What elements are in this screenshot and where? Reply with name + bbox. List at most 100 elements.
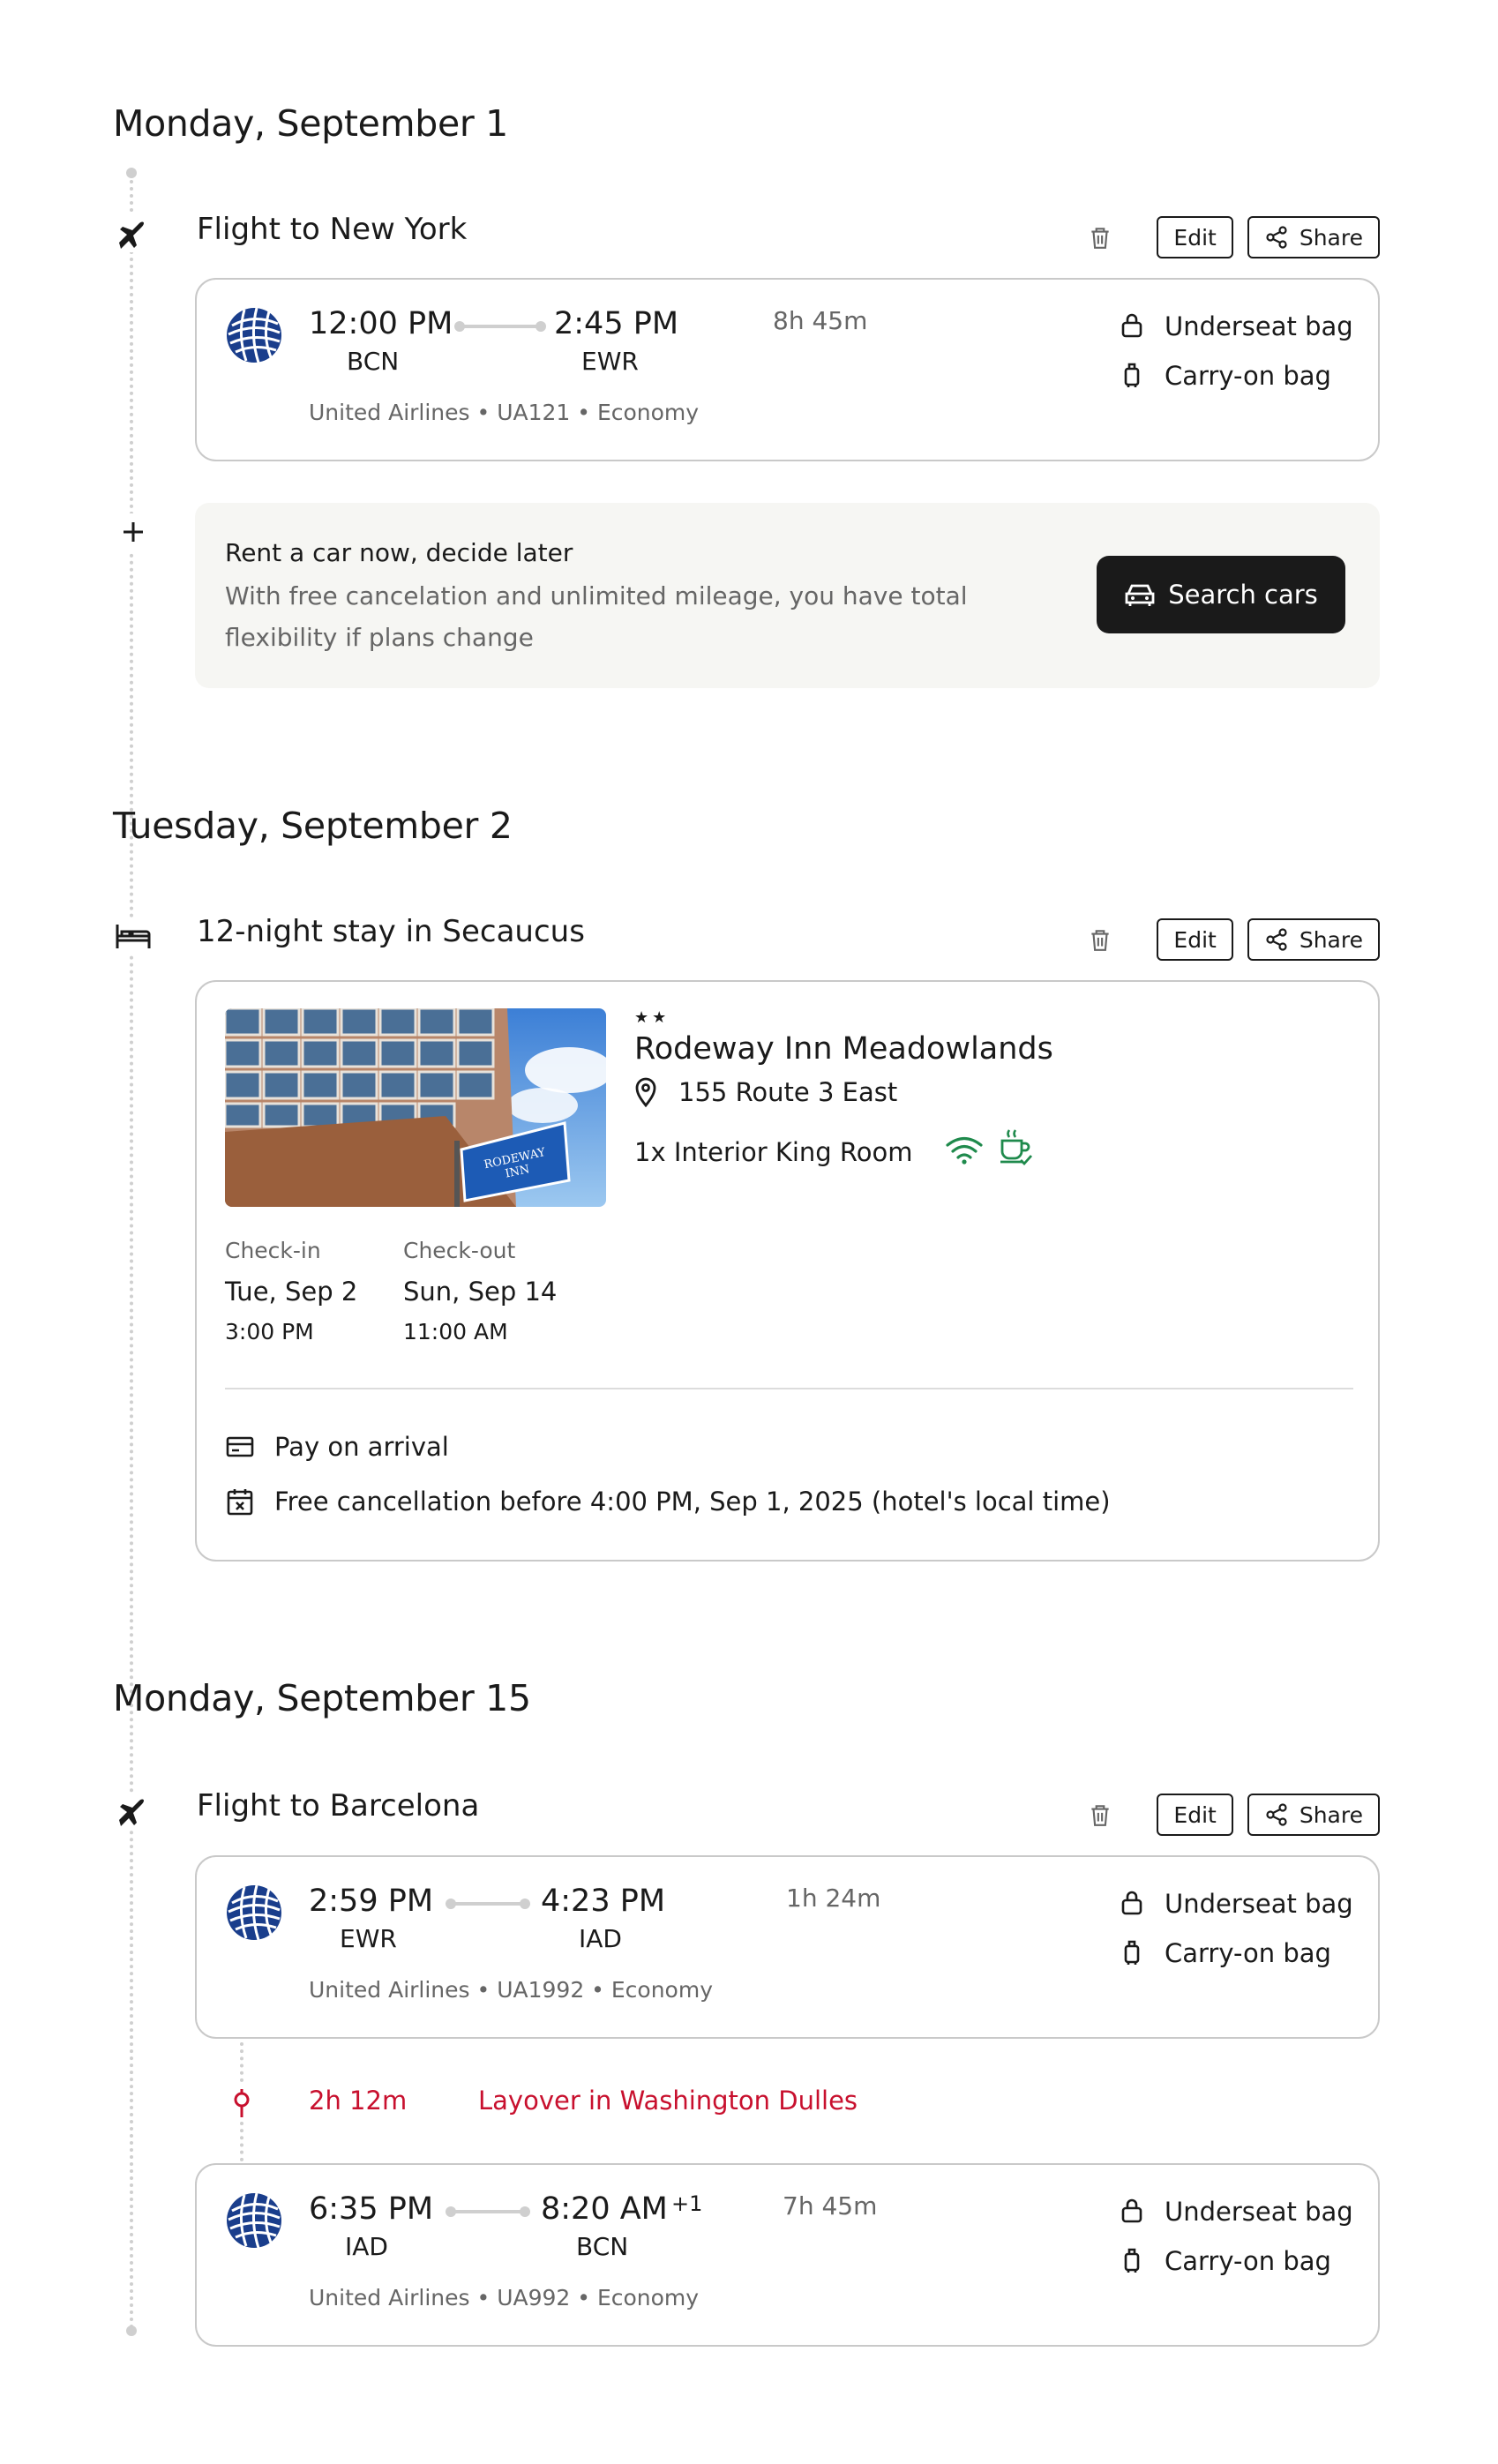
flight-duration: 7h 45m [783,2191,878,2221]
layover-location: Layover in Washington Dulles [478,2086,858,2116]
hotel-card[interactable]: RODEWAY INN ★★ Rodeway Inn Meadowlands 1… [195,980,1380,1562]
checkin-time: 3:00 PM [225,1319,314,1344]
route-line [446,2206,530,2217]
depart-code: IAD [345,2232,388,2261]
card-icon [226,1436,254,1457]
plane-icon [115,1793,152,1830]
car-rental-promo: Rent a car now, decide later With free c… [195,503,1380,688]
checkout-time: 11:00 AM [403,1319,508,1344]
search-cars-button[interactable]: Search cars [1097,556,1345,633]
plane-icon [115,215,152,252]
united-logo [225,1884,283,1942]
route-line [446,1899,530,1909]
promo-text: With free cancelation and unlimited mile… [225,581,968,652]
flight-actions: Edit Share [1079,216,1380,258]
hotel-photo: RODEWAY INN [225,1008,606,1207]
depart-time: 2:59 PM [309,1884,434,1919]
flight-duration: 1h 24m [786,1884,881,1913]
plus-icon[interactable] [115,513,152,550]
flight-meta: United Airlines • UA121 • Economy [309,400,700,425]
day-title: Tuesday, September 2 [113,805,513,847]
checkin-date: Tue, Sep 2 [225,1277,358,1307]
hotel-stars: ★★ [634,1008,670,1027]
suitcase-icon [1124,363,1140,389]
stay-actions: Edit Share [1079,918,1380,961]
share-button[interactable]: Share [1247,918,1380,961]
flight-meta: United Airlines • UA992 • Economy [309,2285,700,2310]
payment-text: Pay on arrival [274,1432,449,1462]
cancellation-text: Free cancellation before 4:00 PM, Sep 1,… [274,1487,1111,1517]
carry-on-bag: Carry-on bag [1120,2246,1331,2276]
arrive-time: 8:20 AM [541,2191,668,2227]
share-button[interactable]: Share [1247,1794,1380,1836]
edit-button[interactable]: Edit [1157,1794,1233,1836]
carry-on-bag: Carry-on bag [1120,361,1331,391]
hotel-address: 155 Route 3 East [634,1077,897,1107]
underseat-bag: Underseat bag [1120,1889,1353,1919]
trash-icon[interactable] [1079,918,1121,961]
layover-duration: 2h 12m [309,2086,408,2116]
underseat-bag-label: Underseat bag [1165,1889,1353,1919]
carry-on-bag: Carry-on bag [1120,1938,1331,1968]
united-logo [225,2191,283,2250]
underseat-bag: Underseat bag [1120,2197,1353,2227]
carry-on-bag-label: Carry-on bag [1165,361,1331,391]
breakfast-icon [1000,1129,1033,1166]
lock-bag-icon [1121,1891,1142,1915]
promo-title: Rent a car now, decide later [225,538,573,567]
arrive-code: IAD [579,1924,622,1953]
underseat-bag: Underseat bag [1120,311,1353,341]
suitcase-icon [1124,1940,1140,1966]
flight-meta: United Airlines • UA1992 • Economy [309,1977,713,2003]
arrive-code: EWR [581,347,639,376]
flight-duration: 8h 45m [773,306,868,335]
lock-bag-icon [1121,2198,1142,2223]
hotel-name[interactable]: Rodeway Inn Meadowlands [634,1031,1053,1067]
share-label: Share [1299,1801,1363,1828]
checkout-date: Sun, Sep 14 [403,1277,558,1307]
depart-code: EWR [340,1924,397,1953]
cancellation-policy: Free cancellation before 4:00 PM, Sep 1,… [225,1487,1111,1517]
share-icon [1266,1803,1287,1826]
hotel-address-text: 155 Route 3 East [678,1077,898,1107]
calendar-x-icon [227,1489,253,1516]
payment-policy: Pay on arrival [225,1432,449,1462]
carry-on-bag-label: Carry-on bag [1165,1938,1331,1968]
underseat-bag-label: Underseat bag [1165,2197,1353,2227]
search-cars-label: Search cars [1168,580,1318,610]
flight-title: Flight to New York [197,212,468,247]
wifi-icon [946,1136,983,1165]
flight-segment-card[interactable]: 6:35 PM 8:20 AM +1 IAD BCN 7h 45m United… [195,2163,1380,2347]
lock-bag-icon [1121,313,1142,338]
united-logo [225,306,283,364]
trash-icon[interactable] [1079,1794,1121,1836]
timeline-line [130,173,133,2331]
timeline-end-dot [126,2325,137,2336]
flight-card[interactable]: 12:00 PM 2:45 PM BCN EWR 8h 45m United A… [195,278,1380,461]
suitcase-icon [1124,2248,1140,2274]
day-offset: +1 [671,2191,703,2216]
location-pin-icon [635,1077,656,1107]
car-icon [1125,584,1155,606]
share-label: Share [1299,926,1363,953]
trash-icon[interactable] [1079,216,1121,258]
depart-code: BCN [347,347,400,376]
share-icon [1266,226,1287,249]
day-title: Monday, September 1 [113,102,508,145]
edit-button[interactable]: Edit [1157,216,1233,258]
divider [225,1388,1353,1389]
flight-actions: Edit Share [1079,1794,1380,1836]
flight-segment-card[interactable]: 2:59 PM 4:23 PM EWR IAD 1h 24m United Ai… [195,1855,1380,2039]
arrive-time: 2:45 PM [554,306,679,341]
edit-button[interactable]: Edit [1157,918,1233,961]
stay-title: 12-night stay in Secaucus [197,914,585,949]
checkin-label: Check-in [225,1238,321,1263]
bed-icon [115,917,152,955]
route-line [454,321,546,332]
depart-time: 6:35 PM [309,2191,434,2227]
share-button[interactable]: Share [1247,216,1380,258]
arrive-time: 4:23 PM [541,1884,666,1919]
share-icon [1266,928,1287,951]
depart-time: 12:00 PM [309,306,453,341]
layover-pin-icon [233,2086,251,2121]
